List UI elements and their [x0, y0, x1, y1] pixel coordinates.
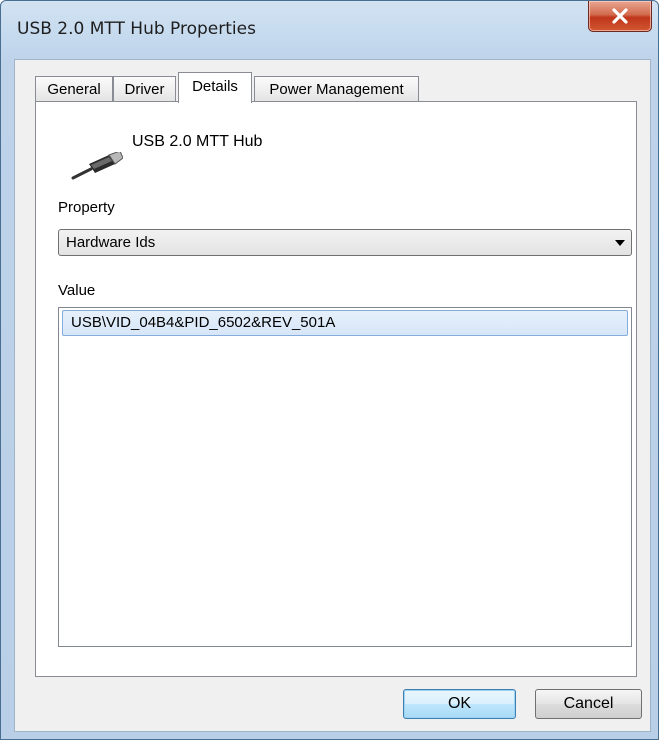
tab-power-management-label: Power Management — [269, 81, 404, 98]
device-name: USB 2.0 MTT Hub — [132, 133, 263, 150]
property-label: Property — [58, 199, 115, 216]
tab-general[interactable]: General — [35, 76, 113, 101]
tab-driver-label: Driver — [124, 81, 165, 98]
window-title: USB 2.0 MTT Hub Properties — [17, 19, 256, 39]
dialog-body: General Driver Details Power Management … — [14, 59, 651, 732]
details-panel: USB 2.0 MTT Hub Property Hardware Ids Va… — [35, 101, 637, 677]
tab-general-label: General — [47, 81, 101, 98]
property-selected-value: Hardware Ids — [66, 234, 156, 251]
list-item[interactable]: USB\VID_04B4&PID_6502&REV_501A — [62, 310, 628, 336]
usb-plug-icon — [71, 152, 123, 180]
tab-details-label: Details — [192, 78, 238, 95]
chevron-down-icon — [615, 240, 625, 246]
ok-button[interactable]: OK — [403, 689, 516, 719]
tab-driver[interactable]: Driver — [113, 76, 176, 101]
tab-power-management[interactable]: Power Management — [254, 76, 419, 101]
value-label: Value — [58, 282, 96, 299]
properties-dialog: USB 2.0 MTT Hub Properties General Drive… — [0, 0, 659, 740]
title-bar[interactable]: USB 2.0 MTT Hub Properties — [1, 1, 658, 59]
cancel-button[interactable]: Cancel — [535, 689, 642, 719]
tab-details[interactable]: Details — [178, 72, 252, 103]
value-list[interactable]: USB\VID_04B4&PID_6502&REV_501A — [58, 307, 632, 647]
list-item-text: USB\VID_04B4&PID_6502&REV_501A — [71, 314, 336, 331]
close-icon — [612, 8, 628, 24]
close-button[interactable] — [588, 1, 652, 32]
property-dropdown[interactable]: Hardware Ids — [58, 229, 632, 256]
